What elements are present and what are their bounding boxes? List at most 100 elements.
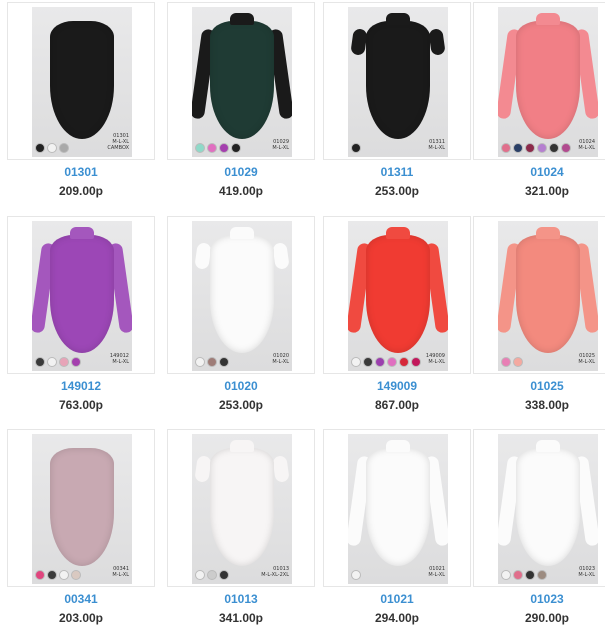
product-thumbnail[interactable]: 01311 M-L-XL <box>323 2 471 160</box>
product-price: 763.00р <box>58 398 104 412</box>
color-swatch <box>351 570 361 580</box>
garment-sleeve <box>428 28 446 56</box>
product-code-link[interactable]: 149009 <box>323 379 471 393</box>
product-card[interactable]: 01311 M-L-XL 01311 253.00р <box>323 2 471 202</box>
color-swatch <box>399 357 409 367</box>
garment-body <box>366 235 430 353</box>
color-swatch <box>47 143 57 153</box>
color-swatch <box>207 570 217 580</box>
product-thumbnail[interactable]: 01013 M-L-XL-2XL <box>167 429 315 587</box>
size-tag: 149009 M-L-XL <box>425 353 445 365</box>
product-card[interactable]: 149009 M-L-XL 149009 867.00р <box>323 216 471 416</box>
color-swatch <box>231 143 241 153</box>
garment-body <box>50 21 114 139</box>
size-tag: 149012 M-L-XL <box>109 353 129 365</box>
product-thumbnail[interactable]: 149009 M-L-XL <box>323 216 471 374</box>
garment-neck <box>536 440 560 452</box>
product-photo: 01311 M-L-XL <box>348 7 448 157</box>
product-code-link[interactable]: 01021 <box>323 592 471 606</box>
color-swatches <box>351 570 361 580</box>
size-tag: 00341 M-L-XL <box>112 566 129 578</box>
product-code-link[interactable]: 01025 <box>473 379 605 393</box>
product-thumbnail[interactable]: 00341 M-L-XL <box>7 429 155 587</box>
color-swatch <box>387 357 397 367</box>
color-swatch <box>351 143 361 153</box>
color-swatch <box>219 570 229 580</box>
color-swatch <box>513 570 523 580</box>
size-tag: 01029 M-L-XL <box>272 139 289 151</box>
product-thumbnail[interactable]: 01021 M-L-XL <box>323 429 471 587</box>
product-photo: 00341 M-L-XL <box>32 434 132 584</box>
product-card[interactable]: 01021 M-L-XL 01021 294.00р <box>323 429 471 629</box>
color-swatch <box>537 143 547 153</box>
product-thumbnail[interactable]: 01301 M-L-XL CAMBOX <box>7 2 155 160</box>
color-swatch <box>59 143 69 153</box>
product-photo: 01021 M-L-XL <box>348 434 448 584</box>
product-code-link[interactable]: 01029 <box>167 165 315 179</box>
product-thumbnail[interactable]: 01020 M-L-XL <box>167 216 315 374</box>
product-card[interactable]: 01029 M-L-XL 01029 419.00р <box>167 2 315 202</box>
color-swatch <box>537 570 547 580</box>
garment-neck <box>70 227 94 239</box>
product-card[interactable]: 01020 M-L-XL 01020 253.00р <box>167 216 315 416</box>
product-price: 294.00р <box>374 611 420 625</box>
color-swatch <box>363 357 373 367</box>
product-code-link[interactable]: 00341 <box>7 592 155 606</box>
product-card[interactable]: 01024 M-L-XL 01024 321.00р <box>473 2 605 202</box>
color-swatches <box>195 357 229 367</box>
product-card[interactable]: 149012 M-L-XL 149012 763.00р <box>7 216 155 416</box>
size-tag: 01013 M-L-XL-2XL <box>261 566 289 578</box>
product-code-link[interactable]: 01013 <box>167 592 315 606</box>
garment-body <box>210 21 274 139</box>
color-swatch <box>195 143 205 153</box>
product-photo: 01301 M-L-XL CAMBOX <box>32 7 132 157</box>
product-price: 341.00р <box>218 611 264 625</box>
product-code-link[interactable]: 01024 <box>473 165 605 179</box>
color-swatch <box>47 570 57 580</box>
product-card[interactable]: 01301 M-L-XL CAMBOX 01301 209.00р <box>7 2 155 202</box>
garment-neck <box>536 13 560 25</box>
product-thumbnail[interactable]: 01029 M-L-XL <box>167 2 315 160</box>
garment-body <box>516 448 580 566</box>
color-swatch <box>35 570 45 580</box>
garment-body <box>210 235 274 353</box>
product-code-link[interactable]: 149012 <box>7 379 155 393</box>
product-price: 253.00р <box>218 398 264 412</box>
color-swatch <box>195 357 205 367</box>
product-card[interactable]: 01025 M-L-XL 01025 338.00р <box>473 216 605 416</box>
color-swatch <box>59 570 69 580</box>
product-card[interactable]: 01023 M-L-XL 01023 290.00р <box>473 429 605 629</box>
product-photo: 01023 M-L-XL <box>498 434 598 584</box>
product-code-link[interactable]: 01301 <box>7 165 155 179</box>
garment-neck <box>230 13 254 25</box>
color-swatches <box>35 357 81 367</box>
color-swatch <box>561 143 571 153</box>
product-thumbnail[interactable]: 01024 M-L-XL <box>473 2 605 160</box>
product-thumbnail[interactable]: 01023 M-L-XL <box>473 429 605 587</box>
color-swatch <box>525 143 535 153</box>
color-swatch <box>501 570 511 580</box>
product-photo: 01020 M-L-XL <box>192 221 292 371</box>
product-thumbnail[interactable]: 149012 M-L-XL <box>7 216 155 374</box>
color-swatches <box>35 143 69 153</box>
color-swatches <box>351 143 361 153</box>
product-thumbnail[interactable]: 01025 M-L-XL <box>473 216 605 374</box>
garment-neck <box>386 227 410 239</box>
garment-body <box>366 448 430 566</box>
product-photo: 01025 M-L-XL <box>498 221 598 371</box>
product-code-link[interactable]: 01023 <box>473 592 605 606</box>
product-code-link[interactable]: 01020 <box>167 379 315 393</box>
color-swatches <box>501 570 547 580</box>
product-price: 253.00р <box>374 184 420 198</box>
product-price: 338.00р <box>524 398 570 412</box>
product-code-link[interactable]: 01311 <box>323 165 471 179</box>
garment-sleeve <box>272 455 290 483</box>
color-swatch <box>549 143 559 153</box>
color-swatches <box>195 570 229 580</box>
size-tag: 01020 M-L-XL <box>272 353 289 365</box>
product-card[interactable]: 00341 M-L-XL 00341 203.00р <box>7 429 155 629</box>
color-swatch <box>59 357 69 367</box>
product-card[interactable]: 01013 M-L-XL-2XL 01013 341.00р <box>167 429 315 629</box>
product-price: 419.00р <box>218 184 264 198</box>
garment-body <box>516 235 580 353</box>
